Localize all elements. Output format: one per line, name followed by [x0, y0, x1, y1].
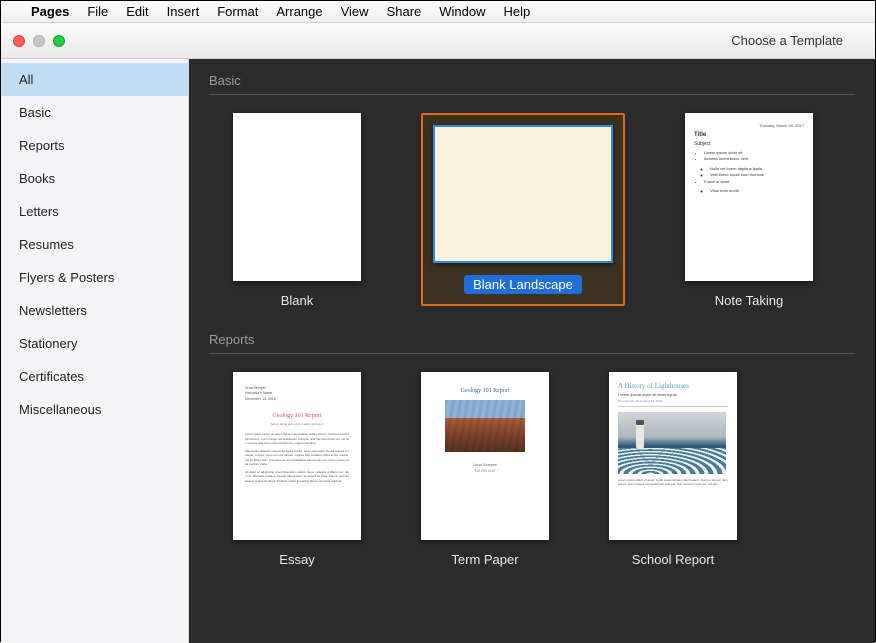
menu-insert[interactable]: Insert	[167, 4, 200, 19]
menu-help[interactable]: Help	[504, 4, 531, 19]
template-blank-landscape[interactable]: Blank Landscape	[421, 113, 625, 308]
template-school-report[interactable]: A History of Lighthouses Lorem ipsum dol…	[609, 372, 737, 567]
sidebar-item-books[interactable]: Books	[1, 162, 188, 195]
template-essay[interactable]: Urna SemperInstructor's NameDecember 13,…	[233, 372, 361, 567]
divider	[209, 94, 855, 95]
template-chooser-window: Choose a Template All Basic Reports Book…	[1, 23, 875, 643]
window-title: Choose a Template	[65, 33, 863, 48]
menu-window[interactable]: Window	[439, 4, 485, 19]
template-label: Essay	[279, 552, 314, 567]
category-sidebar: All Basic Reports Books Letters Resumes …	[1, 59, 189, 643]
template-label: Blank Landscape	[464, 275, 582, 294]
traffic-lights	[13, 35, 65, 47]
sidebar-item-flyers-posters[interactable]: Flyers & Posters	[1, 261, 188, 294]
minimize-button[interactable]	[33, 35, 45, 47]
template-label: Note Taking	[715, 293, 783, 308]
template-label: Blank	[281, 293, 314, 308]
template-term-paper[interactable]: Geology 101 Report Urna Semper 928.555.0…	[421, 372, 549, 567]
menu-edit[interactable]: Edit	[126, 4, 148, 19]
template-thumbnail: Urna SemperInstructor's NameDecember 13,…	[233, 372, 361, 540]
menu-file[interactable]: File	[87, 4, 108, 19]
section-header-reports: Reports	[209, 332, 855, 347]
divider	[209, 353, 855, 354]
canyon-image	[445, 400, 525, 452]
app-menu[interactable]: Pages	[31, 4, 69, 19]
template-blank[interactable]: Blank	[233, 113, 361, 308]
template-note-taking[interactable]: Tuesday, March 28, 2017 Title Subject Lo…	[685, 113, 813, 308]
template-grid[interactable]: Basic Blank Blank Landscape Tuesday, Mar…	[189, 59, 875, 643]
section-header-basic: Basic	[209, 73, 855, 88]
sidebar-item-basic[interactable]: Basic	[1, 96, 188, 129]
menu-format[interactable]: Format	[217, 4, 258, 19]
menu-arrange[interactable]: Arrange	[276, 4, 322, 19]
menubar: Pages File Edit Insert Format Arrange Vi…	[1, 1, 875, 23]
selection-highlight: Blank Landscape	[421, 113, 625, 306]
template-row-reports: Urna SemperInstructor's NameDecember 13,…	[209, 372, 855, 567]
lighthouse-image	[618, 412, 726, 474]
template-label: Term Paper	[451, 552, 518, 567]
titlebar: Choose a Template	[1, 23, 875, 59]
template-thumbnail	[433, 125, 613, 263]
sidebar-item-stationery[interactable]: Stationery	[1, 327, 188, 360]
template-thumbnail: Geology 101 Report Urna Semper 928.555.0…	[421, 372, 549, 540]
menu-view[interactable]: View	[341, 4, 369, 19]
template-label: School Report	[632, 552, 714, 567]
template-thumbnail: Tuesday, March 28, 2017 Title Subject Lo…	[685, 113, 813, 281]
sidebar-item-all[interactable]: All	[1, 63, 188, 96]
sidebar-item-letters[interactable]: Letters	[1, 195, 188, 228]
close-button[interactable]	[13, 35, 25, 47]
template-row-basic: Blank Blank Landscape Tuesday, March 28,…	[209, 113, 855, 308]
zoom-button[interactable]	[53, 35, 65, 47]
sidebar-item-miscellaneous[interactable]: Miscellaneous	[1, 393, 188, 426]
sidebar-item-reports[interactable]: Reports	[1, 129, 188, 162]
menu-share[interactable]: Share	[387, 4, 422, 19]
template-thumbnail	[233, 113, 361, 281]
sidebar-item-resumes[interactable]: Resumes	[1, 228, 188, 261]
sidebar-item-newsletters[interactable]: Newsletters	[1, 294, 188, 327]
sidebar-item-certificates[interactable]: Certificates	[1, 360, 188, 393]
template-thumbnail: A History of Lighthouses Lorem ipsum dol…	[609, 372, 737, 540]
